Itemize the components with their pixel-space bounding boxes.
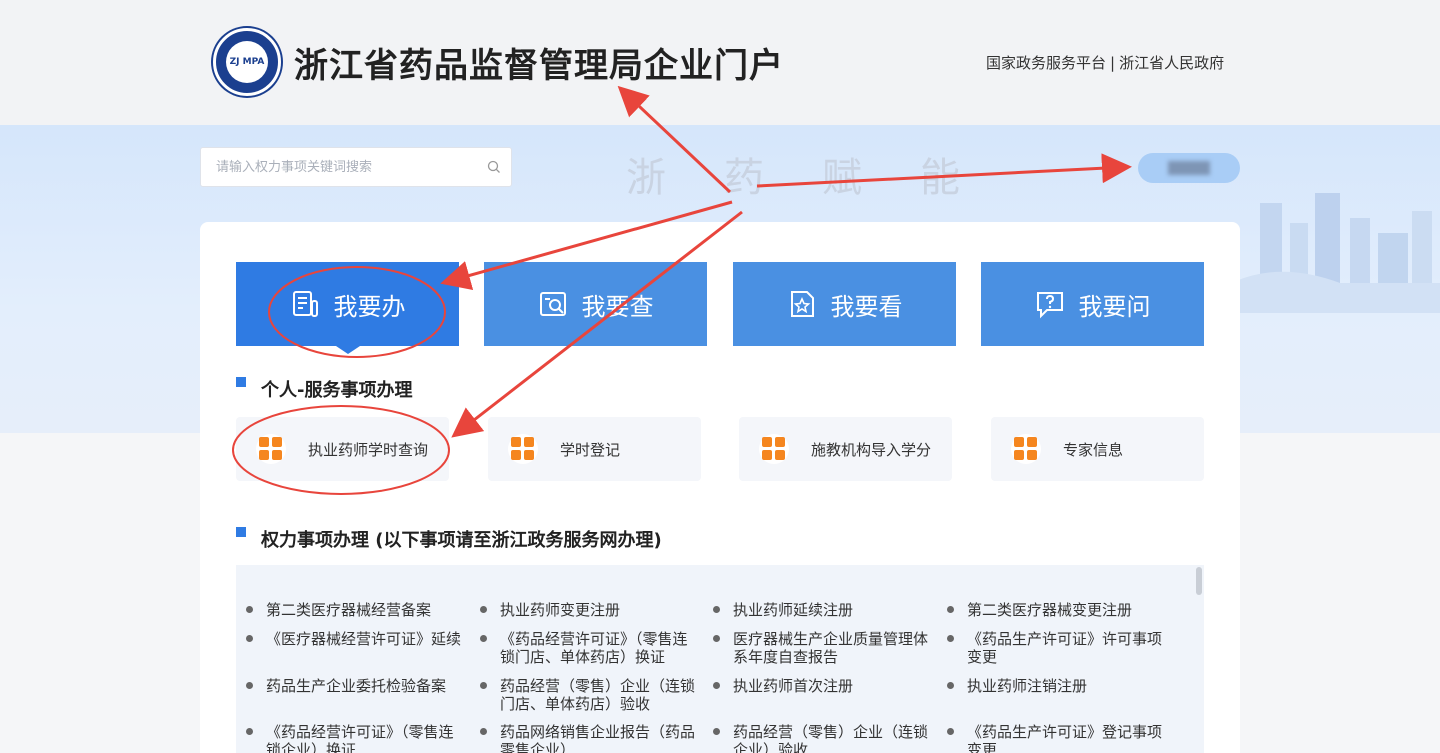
service-label: 专家信息 — [1063, 440, 1124, 459]
search-icon[interactable] — [487, 160, 501, 174]
service-pharmacist-hours-query[interactable]: 执业药师学时查询 — [236, 417, 449, 481]
tab-label: 我要看 — [830, 292, 903, 321]
search-input[interactable] — [216, 148, 476, 186]
grid-icon — [256, 434, 286, 464]
section-marker-icon — [236, 527, 250, 541]
list-item[interactable]: 第二类医疗器械经营备案 — [246, 601, 466, 619]
list-item[interactable]: 药品网络销售企业报告（药品零售企业） — [480, 723, 700, 753]
tab-i-want-to-handle[interactable]: 我要办 — [236, 262, 459, 354]
star-doc-icon — [790, 291, 814, 317]
list-item[interactable]: 《医疗器械经营许可证》延续 — [246, 630, 466, 648]
list-item[interactable]: 执业药师变更注册 — [480, 601, 700, 619]
tab-i-want-to-view[interactable]: 我要看 — [733, 262, 956, 346]
service-expert-info[interactable]: 专家信息 — [991, 417, 1204, 481]
search-box — [200, 147, 512, 187]
logo-text: ZJ MPA — [226, 41, 268, 83]
list-item[interactable]: 《药品经营许可证》（零售连锁门店、单体药店）换证 — [480, 630, 700, 666]
list-item[interactable]: 执业药师注销注册 — [947, 677, 1167, 695]
search-doc-icon — [539, 292, 566, 316]
tab-label: 我要查 — [581, 292, 654, 321]
grid-icon — [1011, 434, 1041, 464]
service-label: 施教机构导入学分 — [811, 440, 932, 459]
list-item[interactable]: 《药品经营许可证》（零售连锁企业）换证 — [246, 723, 466, 753]
list-item[interactable]: 执业药师首次注册 — [713, 677, 933, 695]
authority-section-title: 权力事项办理 (以下事项请至浙江政务服务网办理) — [261, 530, 662, 551]
service-institution-credit-import[interactable]: 施教机构导入学分 — [739, 417, 952, 481]
list-scrollbar[interactable] — [1196, 567, 1202, 595]
page-header: ZJ MPA 浙江省药品监督管理局企业门户 国家政务服务平台 | 浙江省人民政府 — [0, 0, 1440, 125]
personal-section-title: 个人-服务事项办理 — [261, 380, 413, 401]
banner-slogan: 浙药赋能 — [626, 155, 1018, 201]
service-label: 学时登记 — [560, 440, 621, 459]
service-label: 执业药师学时查询 — [308, 440, 429, 459]
tab-i-want-to-query[interactable]: 我要查 — [484, 262, 707, 346]
authority-items-list: 第二类医疗器械经营备案 执业药师变更注册 执业药师延续注册 第二类医疗器械变更注… — [236, 565, 1204, 753]
tab-label: 我要问 — [1078, 292, 1151, 321]
active-tab-indicator — [336, 346, 360, 354]
grid-icon — [759, 434, 789, 464]
list-item[interactable]: 药品经营（零售）企业（连锁门店、单体药店）验收 — [480, 677, 700, 713]
list-item[interactable]: 《药品生产许可证》登记事项变更 — [947, 723, 1167, 753]
service-hours-registration[interactable]: 学时登记 — [488, 417, 701, 481]
user-account-button[interactable] — [1138, 153, 1240, 183]
document-icon — [292, 291, 318, 317]
question-chat-icon — [1036, 292, 1063, 319]
grid-icon — [508, 434, 538, 464]
site-title: 浙江省药品监督管理局企业门户 — [294, 46, 784, 86]
list-item[interactable]: 第二类医疗器械变更注册 — [947, 601, 1167, 619]
section-marker-icon — [236, 377, 250, 391]
link-zhejiang-government[interactable]: 浙江省人民政府 — [1119, 54, 1224, 72]
zjmpa-logo[interactable]: ZJ MPA — [213, 28, 281, 96]
blurred-username — [1168, 161, 1210, 175]
list-item[interactable]: 医疗器械生产企业质量管理体系年度自查报告 — [713, 630, 933, 666]
top-links: 国家政务服务平台 | 浙江省人民政府 — [986, 52, 1224, 73]
link-separator: | — [1110, 54, 1116, 72]
list-item[interactable]: 执业药师延续注册 — [713, 601, 933, 619]
tab-i-want-to-ask[interactable]: 我要问 — [981, 262, 1204, 346]
list-item[interactable]: 药品经营（零售）企业（连锁企业）验收 — [713, 723, 933, 753]
tab-label: 我要办 — [333, 292, 406, 321]
list-item[interactable]: 药品生产企业委托检验备案 — [246, 677, 466, 695]
list-item[interactable]: 《药品生产许可证》许可事项变更 — [947, 630, 1167, 666]
link-national-platform[interactable]: 国家政务服务平台 — [986, 54, 1106, 72]
